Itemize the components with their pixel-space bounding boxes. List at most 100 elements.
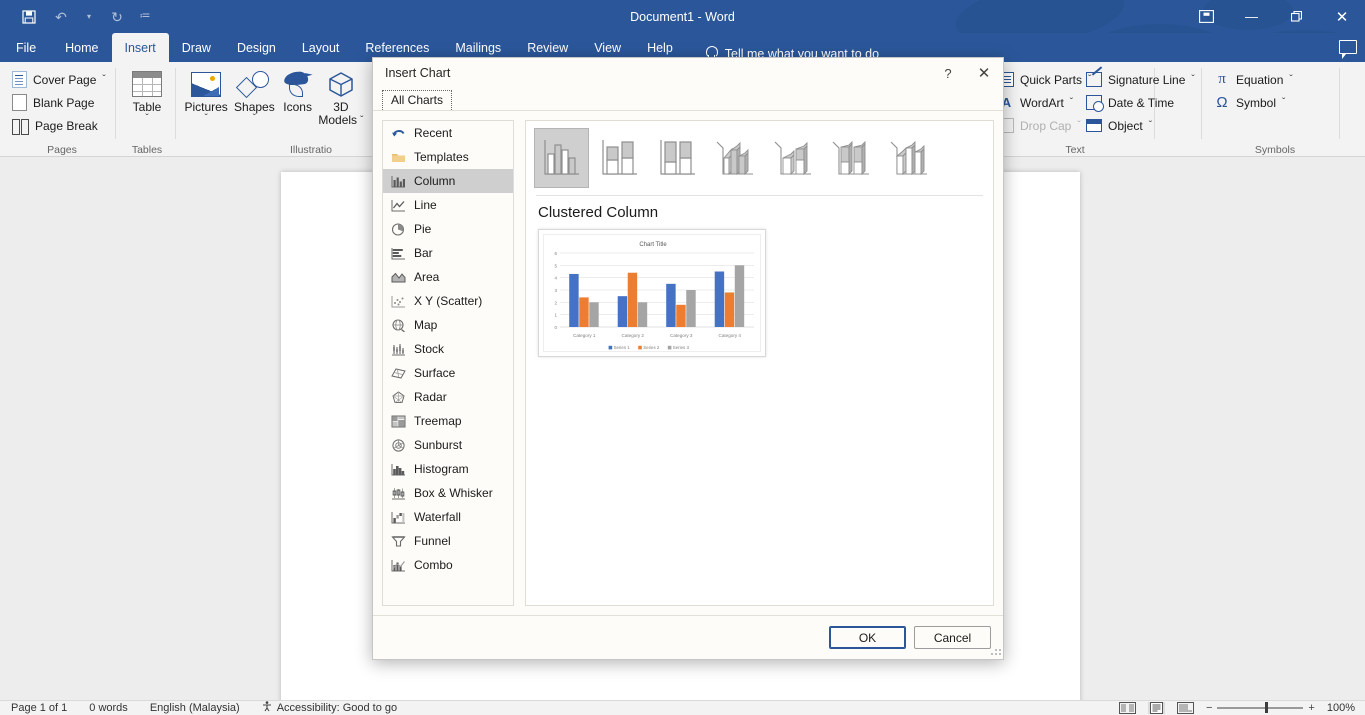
chart-type-label: Funnel <box>414 534 451 548</box>
chart-type-scatter[interactable]: X Y (Scatter) <box>383 289 513 313</box>
chart-type-line[interactable]: Line <box>383 193 513 217</box>
svg-text:4: 4 <box>554 276 557 281</box>
table-icon <box>132 67 162 101</box>
chart-type-funnel[interactable]: Funnel <box>383 529 513 553</box>
dialog-title: Insert Chart <box>385 66 451 80</box>
chart-preview-thumbnail[interactable]: Chart Title 0 1 2 3 4 5 6 Category 1 Category 2 Ca… <box>538 229 766 357</box>
chart-type-treemap[interactable]: Treemap <box>383 409 513 433</box>
chart-type-histogram[interactable]: Histogram <box>383 457 513 481</box>
zoom-level[interactable]: 100% <box>1327 702 1355 714</box>
blank-page-icon <box>12 94 27 111</box>
subtype-3d-100-percent-stacked-column[interactable] <box>824 128 879 188</box>
group-label-pages: Pages <box>47 144 77 156</box>
dialog-help-button[interactable]: ? <box>931 58 965 88</box>
read-mode-icon[interactable] <box>1118 702 1136 714</box>
chart-type-label: Histogram <box>414 462 469 476</box>
web-layout-icon[interactable] <box>1176 702 1194 714</box>
object-button[interactable]: Object ˇ <box>1082 114 1202 137</box>
undo-dropdown-caret-icon[interactable]: ▾ <box>78 4 100 30</box>
comments-icon[interactable] <box>1339 40 1357 59</box>
chart-type-list[interactable]: Recent Templates Column Line Pie Bar Are… <box>382 120 513 606</box>
pictures-icon <box>191 67 222 101</box>
date-time-button[interactable]: Date & Time <box>1082 91 1202 114</box>
zoom-out-button[interactable]: − <box>1206 702 1212 714</box>
subtype-3d-column[interactable] <box>882 128 937 188</box>
chart-type-box-whisker[interactable]: Box & Whisker <box>383 481 513 505</box>
chart-type-stock[interactable]: Stock <box>383 337 513 361</box>
restore-button[interactable] <box>1274 0 1319 33</box>
tab-layout[interactable]: Layout <box>289 33 353 62</box>
tab-all-charts[interactable]: All Charts <box>382 90 453 110</box>
cancel-button[interactable]: Cancel <box>914 626 991 649</box>
tab-file[interactable]: File <box>0 33 52 62</box>
tab-insert[interactable]: Insert <box>111 33 169 62</box>
chart-type-label: Recent <box>414 126 453 140</box>
ribbon-group-tables: Table ˇ Tables <box>118 62 176 157</box>
subtype-stacked-column[interactable] <box>592 128 647 188</box>
chevron-down-icon: ˇ <box>102 74 106 85</box>
symbol-label: Symbol <box>1236 95 1277 110</box>
save-icon[interactable] <box>14 4 44 30</box>
page-count[interactable]: Page 1 of 1 <box>0 702 78 714</box>
ribbon-group-symbols: π Equation ˇ Ω Symbol ˇ Symbols <box>1210 62 1340 157</box>
page-break-button[interactable]: Page Break <box>8 114 116 137</box>
accessibility-status[interactable]: Accessibility: Good to go <box>251 701 408 715</box>
shapes-button[interactable]: Shapes ˇ <box>230 62 278 127</box>
equation-label: Equation <box>1236 72 1284 87</box>
chart-type-column[interactable]: Column <box>383 169 513 193</box>
icons-button[interactable]: Icons <box>279 62 317 127</box>
table-button[interactable]: Table ˇ <box>118 62 176 124</box>
print-layout-icon[interactable] <box>1147 702 1165 714</box>
close-button[interactable]: ✕ <box>1319 0 1365 33</box>
drop-cap-button[interactable]: Drop Cap ˇ <box>995 114 1095 137</box>
tab-home[interactable]: Home <box>52 33 111 62</box>
scatter-chart-icon <box>391 294 406 309</box>
chart-type-map[interactable]: Map <box>383 313 513 337</box>
dialog-close-button[interactable]: ✕ <box>965 58 1003 88</box>
equation-button[interactable]: π Equation ˇ <box>1210 68 1340 91</box>
quick-parts-button[interactable]: Quick Parts ˇ <box>995 68 1095 91</box>
subtype-100-percent-stacked-column[interactable] <box>650 128 705 188</box>
3d-models-button[interactable]: 3D Models ˇ <box>317 62 365 127</box>
ribbon-display-options-icon[interactable] <box>1183 0 1229 33</box>
symbol-button[interactable]: Ω Symbol ˇ <box>1210 91 1340 114</box>
zoom-slider[interactable]: − + <box>1206 702 1315 714</box>
chart-type-bar[interactable]: Bar <box>383 241 513 265</box>
subtype-3d-clustered-column[interactable] <box>708 128 763 188</box>
waterfall-chart-icon <box>391 510 406 525</box>
chart-type-sunburst[interactable]: Sunburst <box>383 433 513 457</box>
subtype-clustered-column[interactable] <box>534 128 589 188</box>
chart-type-label: Area <box>414 270 440 284</box>
minimize-button[interactable]: — <box>1229 0 1274 33</box>
chart-type-templates[interactable]: Templates <box>383 145 513 169</box>
undo-icon[interactable]: ↶ <box>46 4 76 30</box>
dialog-resize-grip[interactable] <box>991 647 1001 657</box>
zoom-knob[interactable] <box>1265 702 1269 714</box>
chart-type-combo[interactable]: Combo <box>383 553 513 577</box>
wordart-button[interactable]: A WordArt ˇ <box>995 91 1095 114</box>
tab-design[interactable]: Design <box>224 33 289 62</box>
quick-parts-label: Quick Parts <box>1020 72 1083 87</box>
3d-models-label-line2: Models <box>318 113 358 127</box>
ok-button[interactable]: OK <box>829 626 906 649</box>
chart-type-waterfall[interactable]: Waterfall <box>383 505 513 529</box>
chart-type-radar[interactable]: Radar <box>383 385 513 409</box>
redo-icon[interactable]: ↻ <box>102 4 132 30</box>
chart-type-surface[interactable]: Surface <box>383 361 513 385</box>
pictures-button[interactable]: Pictures ˇ <box>182 62 230 127</box>
language[interactable]: English (Malaysia) <box>139 702 251 714</box>
tab-draw[interactable]: Draw <box>169 33 224 62</box>
chart-type-pie[interactable]: Pie <box>383 217 513 241</box>
blank-page-button[interactable]: Blank Page <box>8 91 116 114</box>
word-count[interactable]: 0 words <box>78 702 139 714</box>
zoom-in-button[interactable]: + <box>1308 702 1314 714</box>
cover-page-button[interactable]: Cover Page ˇ <box>8 68 116 91</box>
subtype-3d-stacked-column[interactable] <box>766 128 821 188</box>
chart-type-area[interactable]: Area <box>383 265 513 289</box>
title-bar: ↶ ▾ ↻ ≔ Document1 - Word — ✕ <box>0 0 1365 62</box>
customize-quick-access-icon[interactable]: ≔ <box>134 4 156 30</box>
chart-type-recent[interactable]: Recent <box>383 121 513 145</box>
svg-text:Series 3: Series 3 <box>673 345 690 350</box>
signature-line-button[interactable]: Signature Line ˇ <box>1082 68 1202 91</box>
zoom-track[interactable] <box>1217 702 1304 714</box>
